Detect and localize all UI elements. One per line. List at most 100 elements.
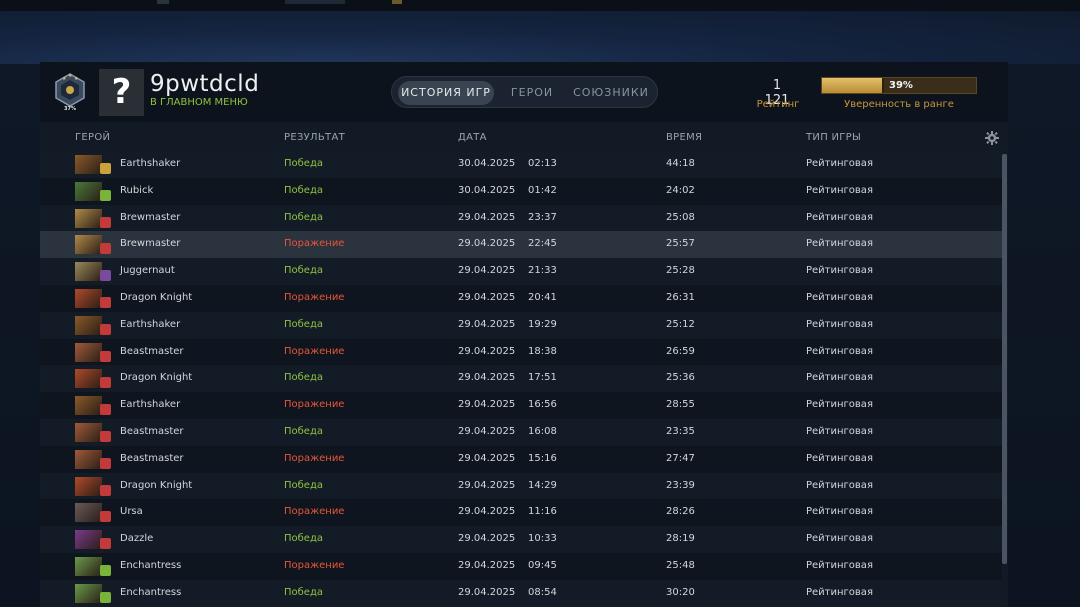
- match-row[interactable]: Earthshaker Поражение 29.04.2025 16:56 28:55…: [40, 392, 1002, 419]
- match-time: 17:51: [528, 372, 557, 384]
- hero-portrait-icon: [75, 422, 102, 442]
- tab-allies[interactable]: СОЮЗНИКИ: [568, 81, 654, 105]
- match-row[interactable]: Juggernaut Победа 29.04.2025 21:33 25:28 Рейт…: [40, 258, 1002, 285]
- match-time: 14:29: [528, 479, 557, 491]
- match-row[interactable]: Beastmaster Поражение 29.04.2025 18:38 26:59…: [40, 338, 1002, 366]
- hero-name: Dragon Knight: [120, 479, 193, 491]
- gear-icon[interactable]: [985, 130, 999, 145]
- hero-name: Brewmaster: [120, 211, 181, 223]
- match-type: Рейтинговая: [806, 425, 873, 437]
- match-result: Победа: [284, 425, 323, 437]
- hero-name: Dragon Knight: [120, 372, 193, 384]
- match-row[interactable]: Earthshaker Победа 29.04.2025 19:29 25:12 Рей…: [40, 311, 1002, 339]
- match-row[interactable]: Dragon Knight Победа 29.04.2025 14:29 23:39 Р…: [40, 472, 1002, 500]
- hero-name: Juggernaut: [120, 265, 175, 277]
- column-header-hero[interactable]: ГЕРОЙ: [75, 132, 110, 143]
- rating-label: Рейтинг: [756, 99, 800, 110]
- scrollbar[interactable]: [1002, 154, 1007, 564]
- match-duration: 25:57: [666, 238, 695, 250]
- match-date: 29.04.2025: [458, 479, 516, 491]
- tab-match-history[interactable]: ИСТОРИЯ ИГР: [398, 81, 494, 105]
- top-bar-item[interactable]: [392, 0, 402, 4]
- match-row[interactable]: Beastmaster Победа 29.04.2025 16:08 23:35 Рей…: [40, 418, 1002, 446]
- hero-name: Enchantress: [120, 586, 182, 598]
- hero-portrait-icon: [75, 396, 102, 416]
- rank-medal-icon[interactable]: ★ ★ ★ 37%: [53, 72, 87, 114]
- match-time: 20:41: [528, 291, 557, 303]
- match-time: 15:16: [528, 452, 557, 464]
- hero-portrait-icon: [75, 262, 102, 282]
- match-result: Победа: [284, 586, 323, 598]
- match-type: Рейтинговая: [806, 265, 873, 277]
- column-header-game-type[interactable]: ТИП ИГРЫ: [806, 132, 861, 143]
- match-row[interactable]: Dragon Knight Поражение 29.04.2025 20:41 26:…: [40, 284, 1002, 312]
- match-row[interactable]: Brewmaster Победа 29.04.2025 23:37 25:08 Рейт…: [40, 204, 1002, 232]
- role-badge-icon: [100, 484, 111, 496]
- match-row[interactable]: Enchantress Поражение 29.04.2025 09:45 25:48…: [40, 552, 1002, 580]
- match-type: Рейтинговая: [806, 211, 873, 223]
- match-row[interactable]: Dazzle Победа 29.04.2025 10:33 28:19 Рейтинго…: [40, 526, 1002, 553]
- match-duration: 28:26: [666, 506, 695, 518]
- match-duration: 25:08: [666, 211, 695, 223]
- role-badge-icon: [100, 404, 111, 416]
- hero-portrait-icon: [75, 235, 102, 255]
- match-result: Поражение: [284, 238, 345, 250]
- role-badge-icon: [100, 564, 111, 576]
- tab-heroes[interactable]: ГЕРОИ: [498, 81, 566, 105]
- svg-text:★: ★: [68, 73, 73, 79]
- match-type: Рейтинговая: [806, 318, 873, 330]
- avatar[interactable]: ?: [99, 69, 144, 116]
- match-duration: 30:20: [666, 586, 695, 598]
- match-type: Рейтинговая: [806, 399, 873, 411]
- match-time: 10:33: [528, 533, 557, 545]
- match-duration: 24:02: [666, 184, 695, 196]
- match-date: 29.04.2025: [458, 372, 516, 384]
- match-row[interactable]: Rubick Победа 30.04.2025 01:42 24:02 Рейтинго…: [40, 177, 1002, 205]
- hero-name: Earthshaker: [120, 318, 181, 330]
- match-type: Рейтинговая: [806, 506, 873, 518]
- hero-portrait-icon: [75, 155, 102, 174]
- hero-portrait-icon: [75, 476, 102, 496]
- match-date: 29.04.2025: [458, 533, 516, 545]
- svg-text:★: ★: [62, 76, 67, 82]
- match-list: Earthshaker Победа 30.04.2025 02:13 44:18 Рей…: [40, 151, 1002, 607]
- match-type: Рейтинговая: [806, 238, 873, 250]
- match-result: Победа: [284, 158, 323, 169]
- match-duration: 44:18: [666, 158, 695, 169]
- hero-portrait-icon: [75, 556, 102, 576]
- match-duration: 26:59: [666, 345, 695, 357]
- role-badge-icon: [100, 243, 111, 255]
- column-header-date[interactable]: ДАТА: [458, 132, 487, 143]
- svg-text:★: ★: [74, 76, 79, 82]
- match-duration: 23:39: [666, 479, 695, 491]
- hero-name: Rubick: [120, 184, 154, 196]
- top-bar: [0, 0, 1080, 11]
- match-row[interactable]: Beastmaster Поражение 29.04.2025 15:16 27:47…: [40, 445, 1002, 473]
- match-result: Победа: [284, 211, 323, 223]
- hero-name: Enchantress: [120, 559, 182, 571]
- background-banner: [0, 11, 1080, 64]
- match-result: Победа: [284, 372, 323, 384]
- match-time: 09:45: [528, 559, 557, 571]
- match-type: Рейтинговая: [806, 559, 873, 571]
- match-result: Поражение: [284, 291, 345, 303]
- rank-percent: 37%: [64, 106, 76, 112]
- match-row[interactable]: Ursa Поражение 29.04.2025 11:16 28:26 Рейтинг…: [40, 499, 1002, 527]
- match-result: Поражение: [284, 345, 345, 357]
- top-bar-item[interactable]: [157, 0, 169, 4]
- column-header-result[interactable]: РЕЗУЛЬТАТ: [284, 132, 345, 143]
- match-duration: 25:12: [666, 318, 695, 330]
- match-row[interactable]: Earthshaker Победа 30.04.2025 02:13 44:18 Рей…: [40, 151, 1002, 178]
- match-result: Победа: [284, 184, 323, 196]
- match-row[interactable]: Enchantress Победа 29.04.2025 08:54 30:20 Рей…: [40, 579, 1002, 607]
- match-duration: 25:28: [666, 265, 695, 277]
- match-time: 01:42: [528, 184, 557, 196]
- hero-name: Ursa: [120, 506, 143, 518]
- top-bar-item[interactable]: [285, 0, 345, 4]
- match-row[interactable]: Brewmaster Поражение 29.04.2025 22:45 25:57 Р…: [40, 231, 1002, 259]
- column-header-duration[interactable]: ВРЕМЯ: [666, 132, 702, 143]
- hero-name: Dragon Knight: [120, 291, 193, 303]
- match-date: 29.04.2025: [458, 345, 516, 357]
- match-row[interactable]: Dragon Knight Победа 29.04.2025 17:51 25:36 Р…: [40, 365, 1002, 393]
- match-date: 29.04.2025: [458, 211, 516, 223]
